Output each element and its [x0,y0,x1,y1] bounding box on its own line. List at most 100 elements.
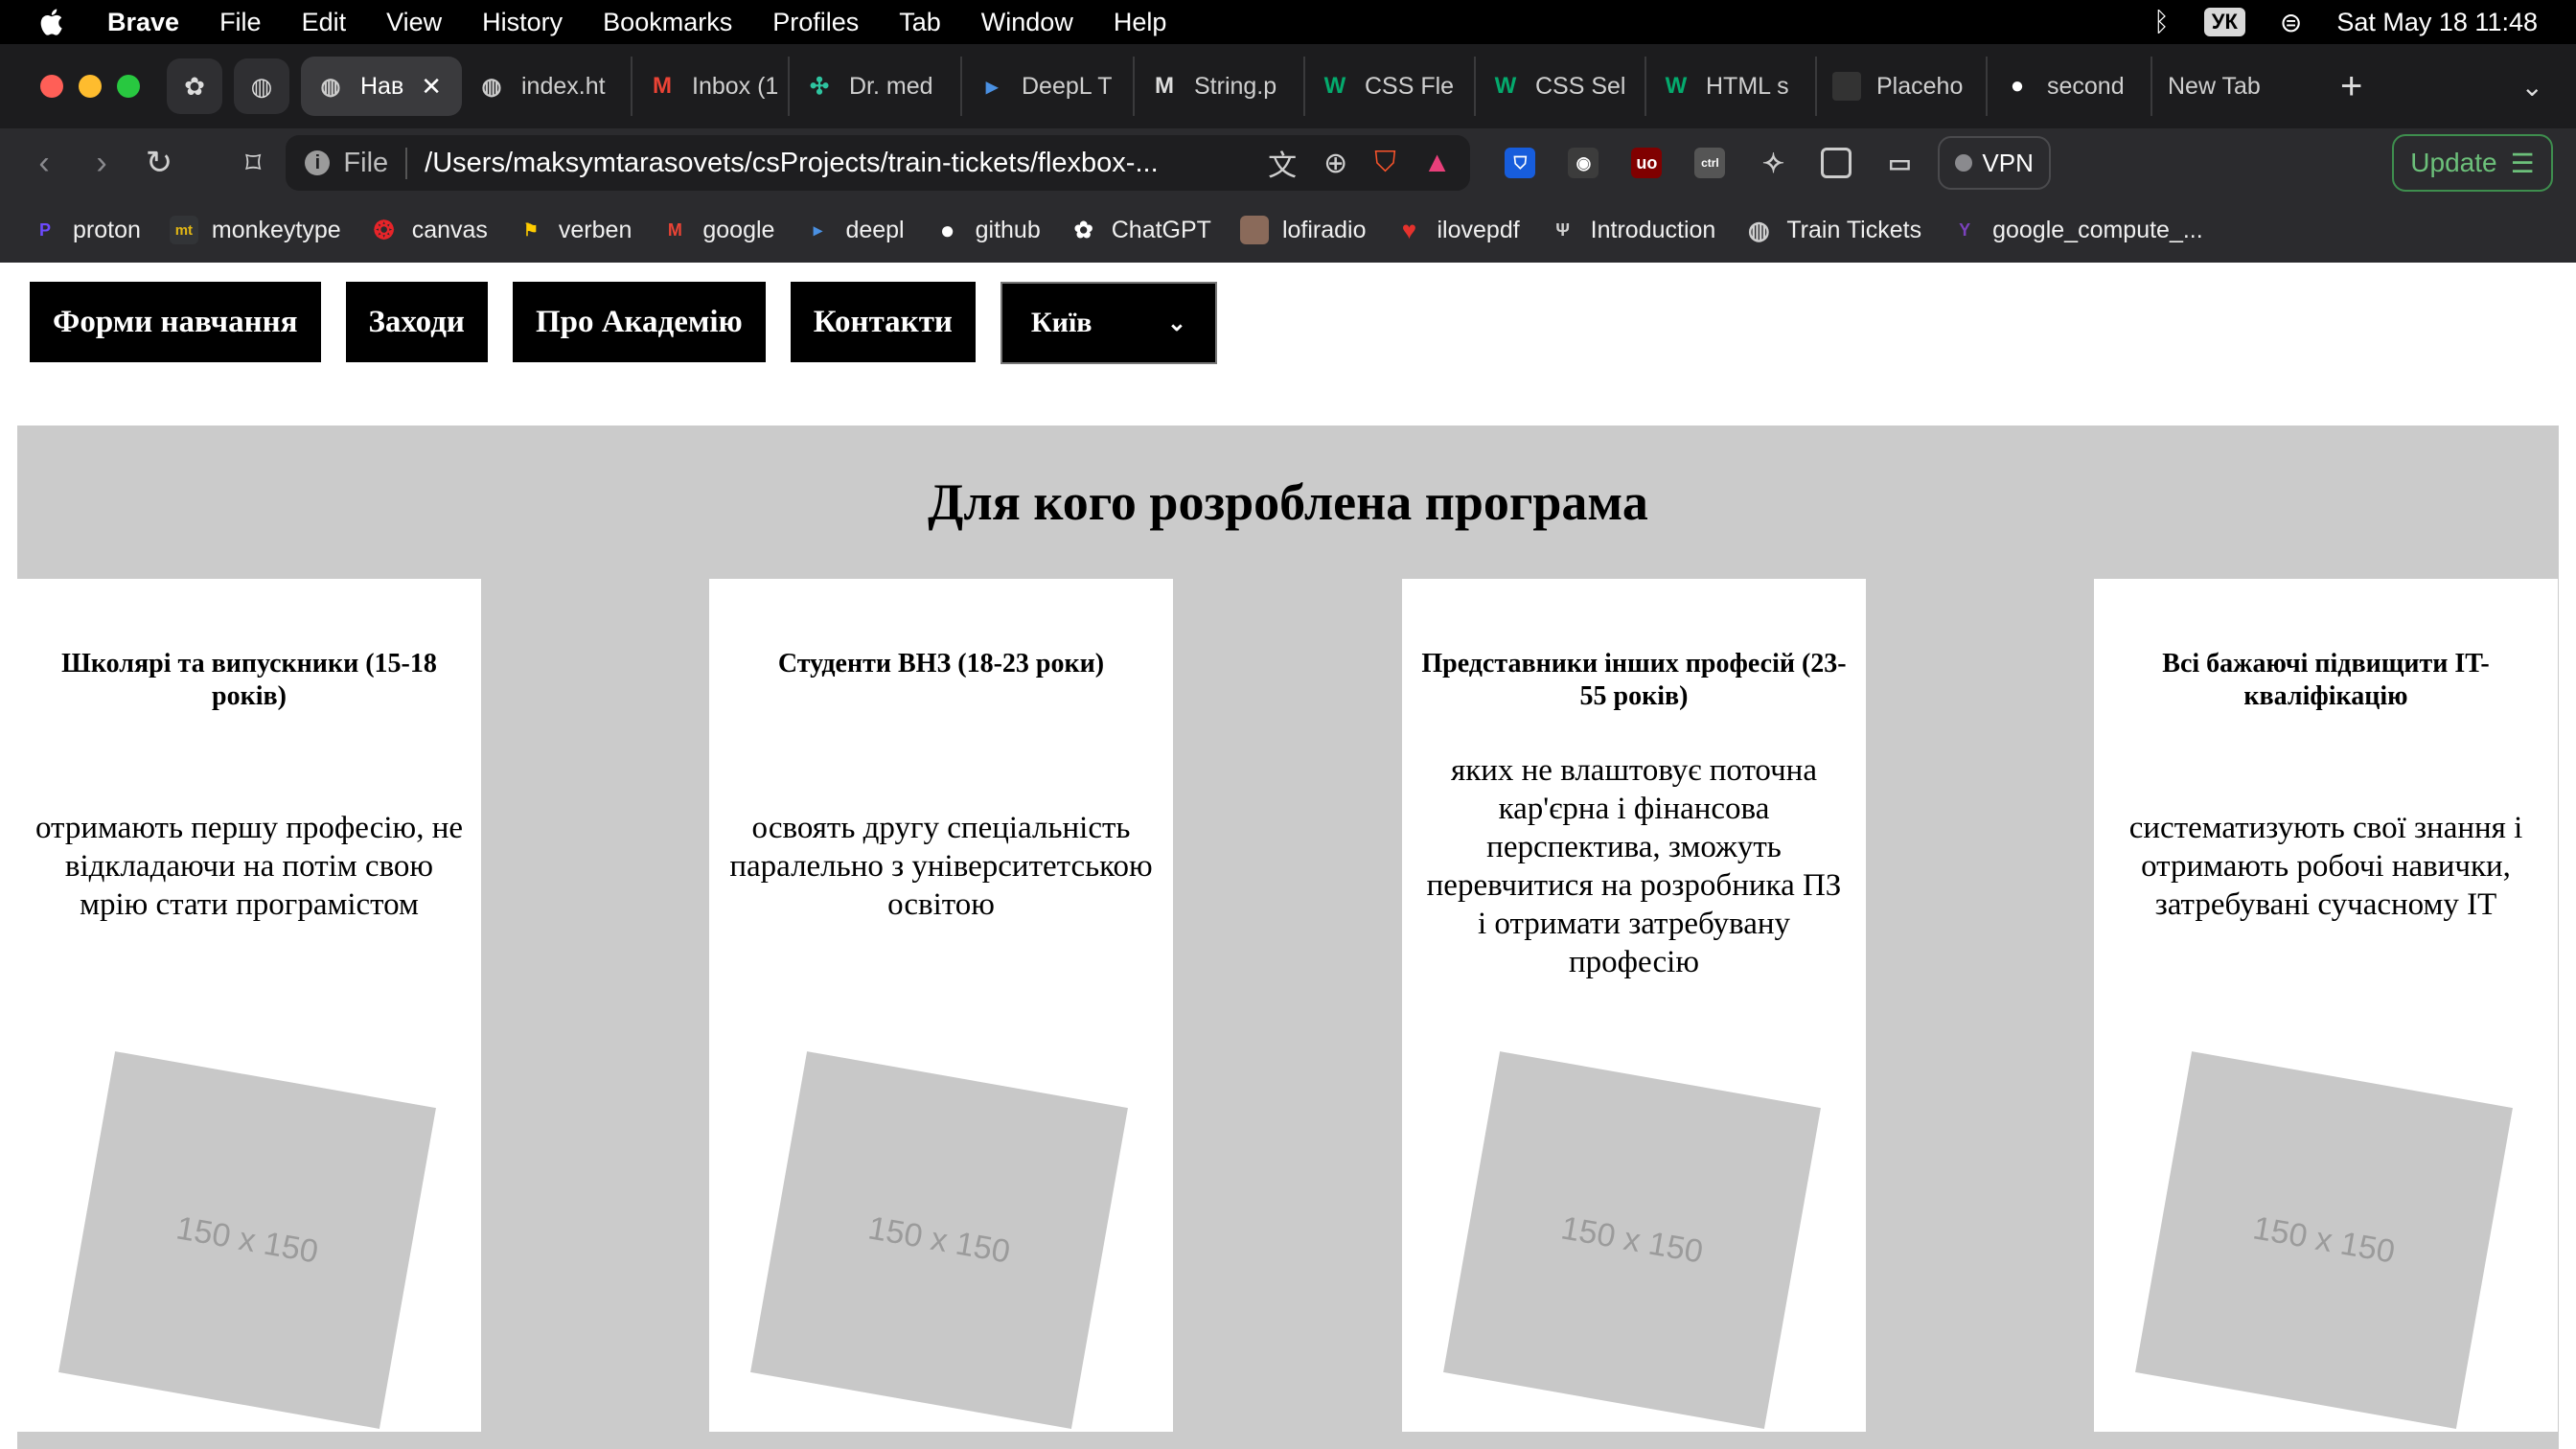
audience-section: Для кого розроблена програма Школярі та … [17,426,2559,1449]
menu-bookmarks[interactable]: Bookmarks [603,8,732,37]
nav-link-about[interactable]: Про Академію [512,282,766,362]
tab-label: HTML s [1706,72,1789,100]
placeholder-label: 150 x 150 [865,1208,1013,1271]
ctrl-extension-icon[interactable]: ctrl [1694,148,1726,178]
tab-html[interactable]: W HTML s [1646,57,1817,116]
zoom-window-button[interactable] [117,75,140,98]
bookmarks-bar: Pproton mt monkeytype ❂ canvas ⚑ verben Mgo… [0,197,2576,263]
tab-new-tab[interactable]: New Tab [2152,57,2315,116]
chatgpt-icon: ✿ [1073,217,1093,243]
sidebar-toggle-icon[interactable] [1821,148,1852,178]
globe-icon: ◍ [320,73,341,100]
tab-index[interactable]: ◍ index.ht [462,57,632,116]
nav-link-study-forms[interactable]: Форми навчання [30,282,321,362]
terraform-icon: Y [1959,219,1971,240]
tab-css-sel[interactable]: W CSS Sel [1476,57,1646,116]
city-select[interactable]: Київ ⌄ [1000,282,1217,364]
close-tab-icon[interactable]: ✕ [421,72,442,102]
bookmark-ilovepdf[interactable]: ♥ ilovepdf [1395,216,1520,244]
bookmark-github[interactable]: ● github [933,216,1041,244]
tab-placeholder[interactable]: Placeho [1817,57,1988,116]
bluetooth-icon[interactable]: ᛒ [2153,7,2170,37]
nav-link-events[interactable]: Заходи [345,282,488,362]
placeholder-image: 150 x 150 [2135,1051,2513,1429]
brave-rewards-icon[interactable]: ▲ [1423,147,1452,179]
menu-app-brave[interactable]: Brave [107,8,179,37]
bookmark-google-compute[interactable]: Ygoogle_compute_... [1950,216,2203,244]
url-text[interactable]: /Users/maksymtarasovets/csProjects/train… [425,148,1241,179]
bookmark-label: proton [73,216,141,243]
bookmark-lofiradio[interactable]: lofiradio [1239,216,1367,244]
pinned-tab-globe[interactable]: ◍ [234,58,289,114]
wallet-icon[interactable]: ▭ [1884,148,1915,178]
address-bar[interactable]: i File /Users/maksymtarasovets/csProject… [286,135,1471,191]
control-center-icon[interactable]: ⊜ [2280,7,2302,38]
vpn-status-dot [1955,154,1973,172]
menu-view[interactable]: View [386,8,442,37]
page-viewport: Форми навчання Заходи Про Академію Конта… [0,263,2576,1449]
chevron-down-icon[interactable]: ⌄ [2521,71,2543,103]
tab-inbox[interactable]: M Inbox (1 [632,57,790,116]
vpn-button[interactable]: VPN [1938,136,2051,190]
minimize-window-button[interactable] [79,75,102,98]
bitwarden-icon[interactable]: ⛉ [1505,148,1536,178]
tab-dr-med[interactable]: ✣ Dr. med [790,57,962,116]
menu-window[interactable]: Window [981,8,1073,37]
tab-second[interactable]: ● second [1988,57,2152,116]
globe-icon: ◍ [481,73,502,100]
tab-deepl[interactable]: ▸ DeepL T [962,57,1135,116]
tab-css-flex[interactable]: W CSS Fle [1305,57,1476,116]
back-arrow-icon[interactable]: ‹ [15,145,73,182]
city-select-value: Київ [1030,307,1092,338]
menu-help[interactable]: Help [1114,8,1167,37]
update-button[interactable]: Update ☰ [2392,134,2553,192]
bookmark-google[interactable]: Mgoogle [660,216,775,244]
bookmark-chatgpt[interactable]: ✿ ChatGPT [1070,216,1211,244]
github-icon: ● [2010,73,2025,99]
translate-icon[interactable]: 文 [1268,142,1297,184]
pinned-tab-chatgpt[interactable]: ✿ [167,58,222,114]
bookmark-train-tickets[interactable]: ◍ Train Tickets [1744,216,1921,244]
tab-label: String.p [1194,72,1277,100]
tab-active[interactable]: ◍ Нав ✕ [301,57,462,116]
privacy-badger-icon[interactable]: ◉ [1568,148,1599,178]
bookmark-proton[interactable]: Pproton [31,216,141,244]
bookmark-verben[interactable]: ⚑ verben [517,216,632,244]
deepl-icon: ▸ [985,73,999,100]
tab-label: Нав [360,72,404,100]
menu-file[interactable]: File [219,8,262,37]
brave-shields-icon[interactable]: ⛉ [1374,147,1396,179]
reload-icon[interactable]: ↻ [130,144,188,182]
section-title: Для кого розроблена програма [928,473,1648,531]
menu-tab[interactable]: Tab [899,8,941,37]
menubar-clock[interactable]: Sat May 18 11:48 [2336,8,2538,37]
audience-card: Всі бажаючі підвищити IT-кваліфікацію си… [2094,579,2558,1432]
bookmark-monkeytype[interactable]: mt monkeytype [169,216,341,244]
menu-history[interactable]: History [482,8,563,37]
info-icon[interactable]: i [305,150,331,175]
menu-profiles[interactable]: Profiles [772,8,859,37]
menu-edit[interactable]: Edit [302,8,347,37]
input-source-indicator[interactable]: УК [2203,8,2245,36]
bookmark-deepl[interactable]: ▸ deepl [803,216,905,244]
bookmark-canvas[interactable]: ❂ canvas [370,216,488,244]
deepl-icon: ▸ [813,219,822,240]
pinwheel-icon: ✣ [809,73,830,100]
ublock-origin-icon[interactable]: uo [1631,148,1663,178]
tab-label: CSS Fle [1365,72,1455,100]
bookmark-introduction[interactable]: Ψ Introduction [1549,216,1715,244]
new-tab-plus-icon[interactable]: + [2340,65,2362,108]
bookmark-icon[interactable]: ⌑ [245,145,261,181]
zoom-icon[interactable]: ⊕ [1323,147,1347,180]
placeholder-label: 150 x 150 [1558,1208,1706,1271]
card-text: яких не влаштовує поточна кар'єрна і фін… [1426,753,1842,979]
forward-arrow-icon[interactable]: › [73,145,130,182]
menubar-status-area: ᛒ УК ⊜ Sat May 18 11:48 [2153,0,2538,44]
tab-string[interactable]: M String.p [1135,57,1305,116]
gmail-icon: M [667,219,682,240]
extensions-puzzle-icon[interactable]: ✧ [1758,148,1788,178]
apple-logo-icon[interactable] [36,6,69,38]
close-window-button[interactable] [40,75,63,98]
nav-link-contacts[interactable]: Контакти [790,282,976,362]
update-label: Update [2410,148,2497,177]
